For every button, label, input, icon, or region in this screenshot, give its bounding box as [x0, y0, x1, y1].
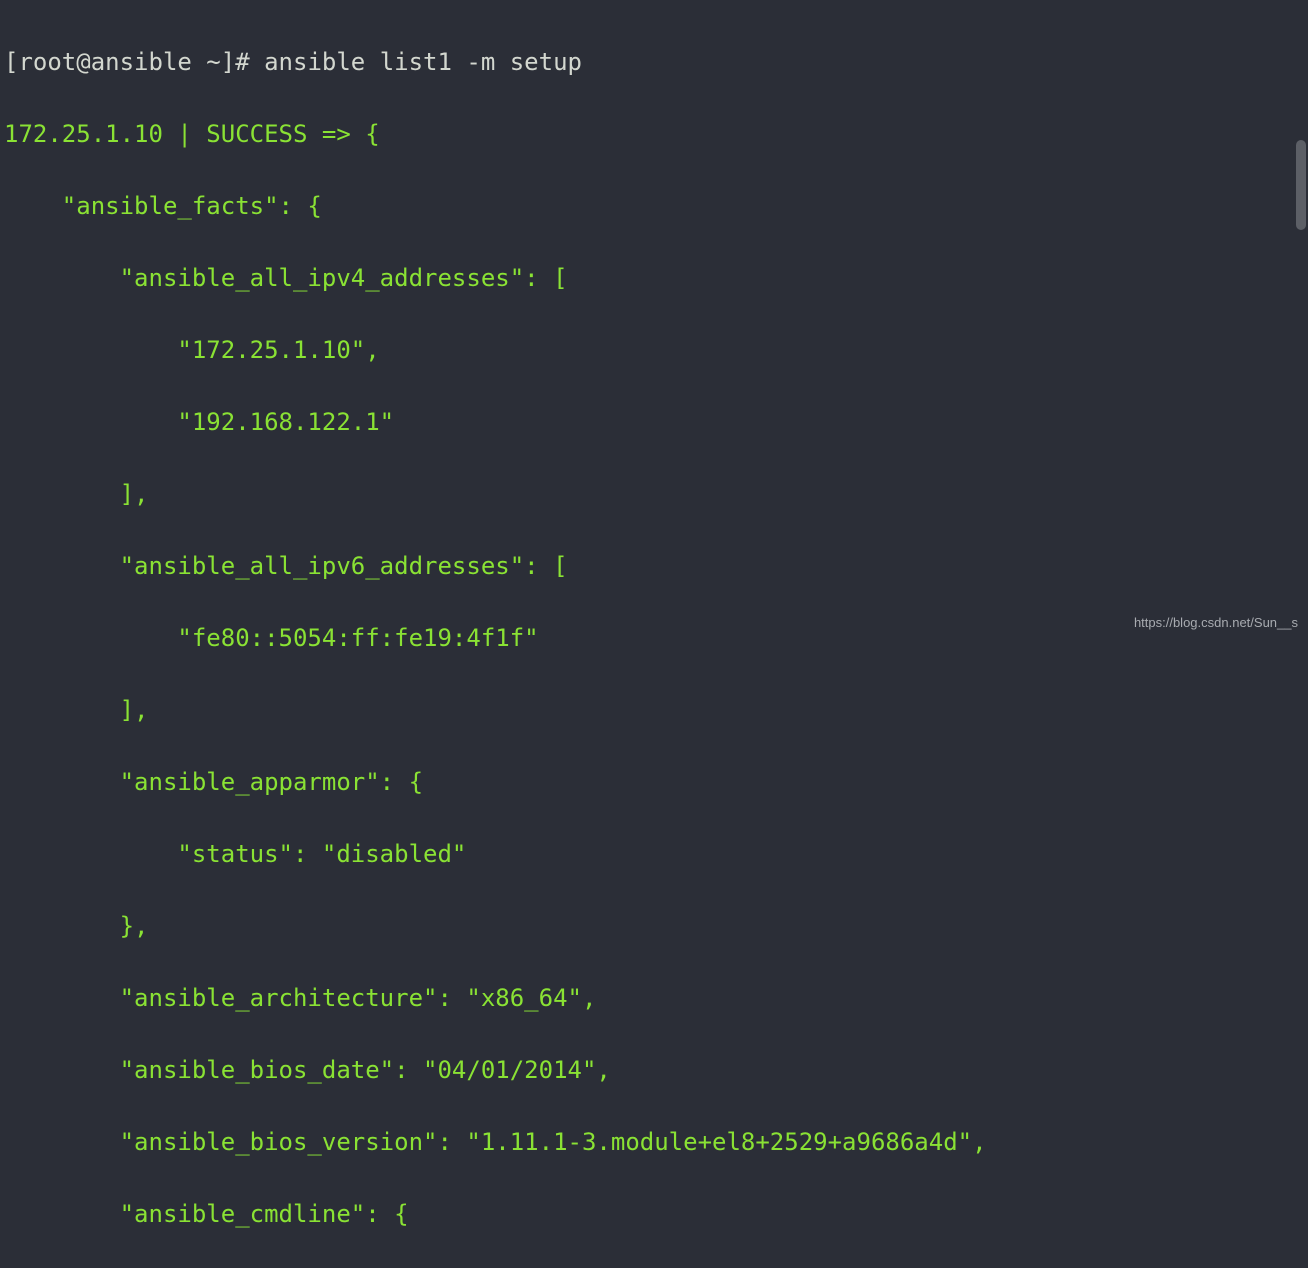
terminal-output: [root@ansible ~]# ansible list1 -m setup… [4, 8, 1304, 1268]
output-line: "ansible_all_ipv6_addresses": [ [4, 548, 1304, 584]
shell-prompt: [root@ansible ~]# [4, 48, 264, 76]
result-header: 172.25.1.10 | SUCCESS => { [4, 116, 1304, 152]
output-line: "ansible_all_ipv4_addresses": [ [4, 260, 1304, 296]
output-line: "fe80::5054:ff:fe19:4f1f" [4, 620, 1304, 656]
output-line: }, [4, 908, 1304, 944]
output-line: "ansible_facts": { [4, 188, 1304, 224]
scrollbar-thumb[interactable] [1296, 140, 1306, 230]
watermark-text: https://blog.csdn.net/Sun__s [1134, 613, 1298, 633]
output-line: "ansible_apparmor": { [4, 764, 1304, 800]
output-line: "ansible_bios_date": "04/01/2014", [4, 1052, 1304, 1088]
output-line: "ansible_cmdline": { [4, 1196, 1304, 1232]
output-line: "192.168.122.1" [4, 404, 1304, 440]
output-line: "status": "disabled" [4, 836, 1304, 872]
output-line: "ansible_bios_version": "1.11.1-3.module… [4, 1124, 1304, 1160]
output-line: "ansible_architecture": "x86_64", [4, 980, 1304, 1016]
output-line: ], [4, 476, 1304, 512]
output-line: "172.25.1.10", [4, 332, 1304, 368]
output-line: ], [4, 692, 1304, 728]
command-line[interactable]: [root@ansible ~]# ansible list1 -m setup [4, 44, 1304, 80]
command-text: ansible list1 -m setup [264, 48, 582, 76]
